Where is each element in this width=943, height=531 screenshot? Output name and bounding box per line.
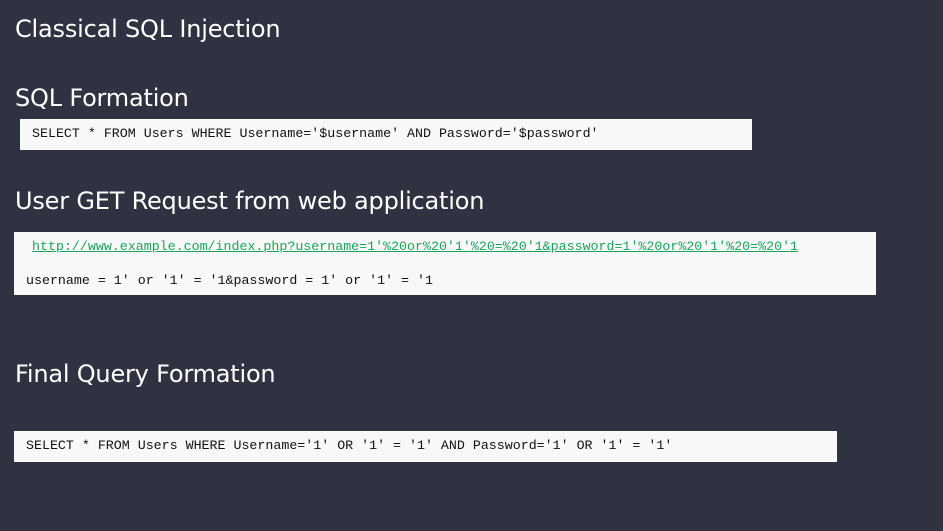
final-query-code-box: SELECT * FROM Users WHERE Username='1' O… bbox=[14, 431, 837, 462]
slide: { "slide": { "title": "Classical SQL Inj… bbox=[0, 0, 943, 531]
get-request-heading: User GET Request from web application bbox=[15, 187, 485, 215]
final-query-code: SELECT * FROM Users WHERE Username='1' O… bbox=[26, 438, 673, 453]
request-url-link[interactable]: http://www.example.com/index.php?usernam… bbox=[32, 239, 798, 254]
sql-formation-code-box: SELECT * FROM Users WHERE Username='$use… bbox=[20, 119, 752, 150]
sql-formation-code: SELECT * FROM Users WHERE Username='$use… bbox=[32, 126, 599, 141]
final-query-heading: Final Query Formation bbox=[15, 360, 276, 388]
decoded-parameters: username = 1' or '1' = '1&password = 1' … bbox=[26, 273, 433, 288]
sql-formation-heading: SQL Formation bbox=[15, 84, 189, 112]
slide-title: Classical SQL Injection bbox=[15, 15, 281, 43]
get-request-code-box: http://www.example.com/index.php?usernam… bbox=[14, 232, 876, 295]
